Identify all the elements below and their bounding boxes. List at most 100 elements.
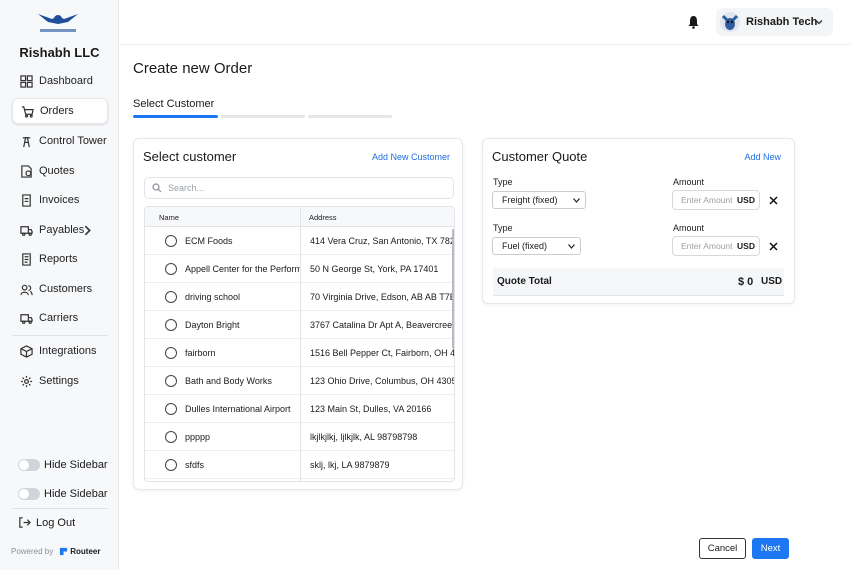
- sidebar-item-label: Carriers: [39, 312, 79, 324]
- table-row[interactable]: Dulles International Airport 123 Main St…: [145, 395, 454, 423]
- table-row[interactable]: Dayton Bright 3767 Catalina Dr Apt A, Be…: [145, 311, 454, 339]
- customer-address: 1516 Bell Pepper Ct, Fairborn, OH 45: [310, 348, 454, 358]
- toggle-switch[interactable]: [18, 459, 40, 471]
- table-row[interactable]: ppppp lkjlkjlkj, ljlkjlk, AL 98798798: [145, 423, 454, 451]
- sidebar-item-carriers[interactable]: Carriers: [12, 305, 108, 331]
- customer-address: 414 Vera Cruz, San Antonio, TX 7820: [310, 236, 454, 246]
- customer-name: ECM Foods: [185, 236, 233, 246]
- customer-name: fairborn: [185, 348, 216, 358]
- sidebar-item-label: Quotes: [39, 165, 75, 177]
- cancel-button[interactable]: Cancel: [699, 538, 746, 559]
- charge-type-select[interactable]: Fuel (fixed): [492, 237, 581, 255]
- step-indicator: [221, 115, 305, 118]
- customer-name: Dulles International Airport: [185, 404, 291, 414]
- add-new-quote-line-link[interactable]: Add New: [744, 152, 781, 162]
- radio-button[interactable]: [165, 403, 177, 415]
- table-row[interactable]: ECM Foods 414 Vera Cruz, San Antonio, TX…: [145, 227, 454, 255]
- table-row[interactable]: Bath and Body Works 123 Ohio Drive, Colu…: [145, 367, 454, 395]
- table-row[interactable]: Appell Center for the Performing 50 N Ge…: [145, 255, 454, 283]
- sidebar-divider: [12, 508, 108, 509]
- toggle-label: Hide Sidebar: [44, 459, 108, 471]
- column-header-name: Name: [159, 213, 180, 222]
- chevron-right-icon: [84, 225, 91, 236]
- customer-address: 123 Main St, Dulles, VA 20166: [310, 404, 432, 414]
- chevron-down-icon: [573, 198, 580, 203]
- bell-icon[interactable]: [687, 15, 700, 29]
- sidebar-item-label: Customers: [39, 283, 93, 295]
- cube-icon: [20, 344, 33, 358]
- radio-button[interactable]: [165, 235, 177, 247]
- radio-button[interactable]: [165, 375, 177, 387]
- sidebar-item-orders[interactable]: Orders: [12, 98, 108, 124]
- close-icon[interactable]: [769, 242, 778, 251]
- quote-total-currency: USD: [761, 276, 783, 287]
- sidebar-item-invoices[interactable]: Invoices: [12, 187, 108, 213]
- dashboard-icon: [20, 74, 33, 88]
- routeer-icon: [60, 547, 68, 556]
- sidebar-item-customers[interactable]: Customers: [12, 276, 108, 302]
- sidebar-item-payables[interactable]: Payables: [12, 217, 108, 243]
- customer-name: Dayton Bright: [185, 320, 240, 330]
- table-row[interactable]: driving school 70 Virginia Drive, Edson,…: [145, 283, 454, 311]
- company-name: Rishabh LLC: [19, 45, 100, 60]
- radio-button[interactable]: [165, 459, 177, 471]
- radio-button[interactable]: [165, 347, 177, 359]
- hide-sidebar-toggle[interactable]: Hide Sidebar: [18, 459, 108, 471]
- customer-quote-card: Customer Quote Add New Type Amount Freig…: [482, 138, 795, 304]
- gear-icon: [20, 375, 33, 387]
- toggle-switch[interactable]: [18, 488, 40, 500]
- add-new-customer-link[interactable]: Add New Customer: [372, 152, 450, 162]
- currency-label: USD: [737, 195, 755, 205]
- sidebar-item-settings[interactable]: Settings: [12, 368, 108, 394]
- card-title: Customer Quote: [492, 149, 588, 164]
- sidebar-item-reports[interactable]: Reports: [12, 246, 108, 272]
- radio-button[interactable]: [165, 291, 177, 303]
- sidebar-item-control-tower[interactable]: Control Tower: [12, 128, 108, 154]
- customer-name: driving school: [185, 292, 241, 302]
- customer-address: lkjlkjlkj, ljlkjlk, AL 98798798: [310, 432, 418, 442]
- sidebar-item-dashboard[interactable]: Dashboard: [12, 68, 108, 94]
- page-title: Create new Order: [133, 60, 253, 77]
- amount-label: Amount: [673, 223, 705, 233]
- sidebar-item-label: Integrations: [39, 345, 97, 357]
- customer-address: 3767 Catalina Dr Apt A, Beavercreek: [310, 320, 454, 330]
- table-scrollbar[interactable]: [452, 229, 454, 349]
- sidebar-item-integrations[interactable]: Integrations: [12, 338, 108, 364]
- charge-type-select[interactable]: Freight (fixed): [492, 191, 586, 209]
- tower-icon: [22, 136, 31, 147]
- select-customer-card: Select customer Add New Customer Search.…: [133, 138, 463, 490]
- customer-name: ppppp: [185, 432, 211, 442]
- column-header-address: Address: [309, 213, 337, 222]
- table-row[interactable]: fairborn 1516 Bell Pepper Ct, Fairborn, …: [145, 339, 454, 367]
- radio-button[interactable]: [165, 319, 177, 331]
- report-icon: [22, 252, 31, 266]
- customers-icon: [20, 284, 33, 295]
- sidebar: Rishabh LLC Dashboard Orders Control Tow…: [0, 0, 119, 570]
- powered-by-text: Powered by: [11, 547, 54, 556]
- brand-logo: Routeer: [59, 547, 100, 556]
- logout-icon: [19, 517, 31, 528]
- hide-sidebar-toggle[interactable]: Hide Sidebar: [18, 488, 108, 500]
- radio-button[interactable]: [165, 431, 177, 443]
- select-value: Fuel (fixed): [502, 241, 548, 251]
- customer-name: Bath and Body Works: [185, 376, 272, 386]
- quote-total-row: Quote Total $ 0 USD: [493, 268, 784, 296]
- table-row[interactable]: sfdfs sklj, lkj, LA 9879879: [145, 451, 454, 479]
- next-button[interactable]: Next: [752, 538, 789, 559]
- company-logo: [38, 14, 78, 32]
- close-icon[interactable]: [769, 196, 778, 205]
- user-menu[interactable]: Rishabh Tech: [716, 8, 833, 36]
- toggle-label: Hide Sidebar: [44, 488, 108, 500]
- logout-button[interactable]: Log Out: [18, 516, 75, 529]
- sidebar-item-label: Reports: [39, 253, 78, 265]
- top-header: Rishabh Tech: [119, 0, 850, 45]
- search-input[interactable]: Search...: [144, 177, 454, 199]
- sidebar-item-quotes[interactable]: Quotes: [12, 158, 108, 184]
- customer-name: sfdfs: [185, 460, 205, 470]
- sidebar-item-label: Settings: [39, 375, 79, 387]
- sidebar-item-label: Dashboard: [39, 75, 93, 87]
- quote-total-value: $ 0: [738, 276, 754, 288]
- amount-input[interactable]: Enter Amount USD: [672, 236, 760, 256]
- amount-input[interactable]: Enter Amount USD: [672, 190, 760, 210]
- radio-button[interactable]: [165, 263, 177, 275]
